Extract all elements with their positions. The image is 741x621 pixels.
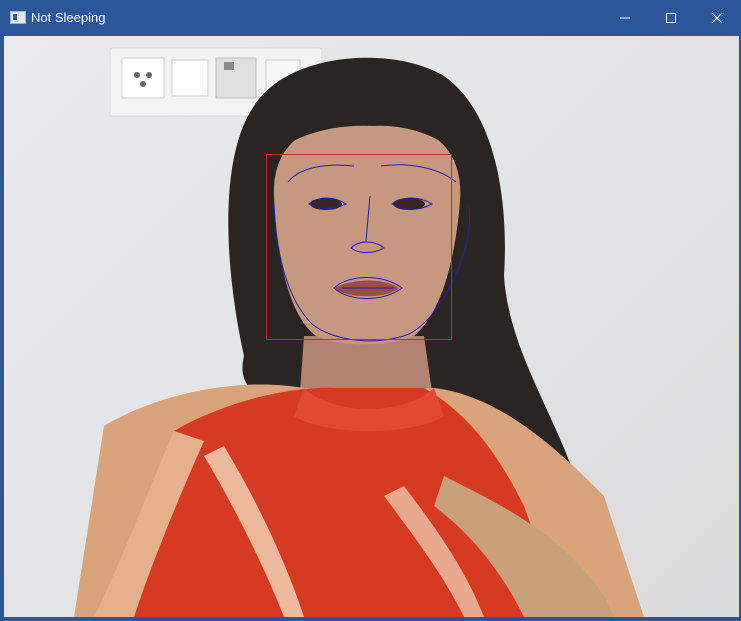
minimize-button[interactable]	[602, 0, 648, 35]
window-bottom-border	[0, 617, 741, 621]
close-button[interactable]	[694, 0, 740, 35]
minimize-icon	[620, 17, 630, 18]
window-app-icon	[10, 11, 26, 24]
camera-feed	[4, 36, 739, 617]
maximize-button[interactable]	[648, 0, 694, 35]
face-detection-box	[266, 154, 452, 340]
window-title: Not Sleeping	[31, 10, 106, 25]
maximize-icon	[666, 12, 676, 23]
app-window: Not Sleeping	[0, 0, 741, 621]
close-icon	[711, 12, 723, 23]
title-bar[interactable]: Not Sleeping	[0, 0, 741, 35]
